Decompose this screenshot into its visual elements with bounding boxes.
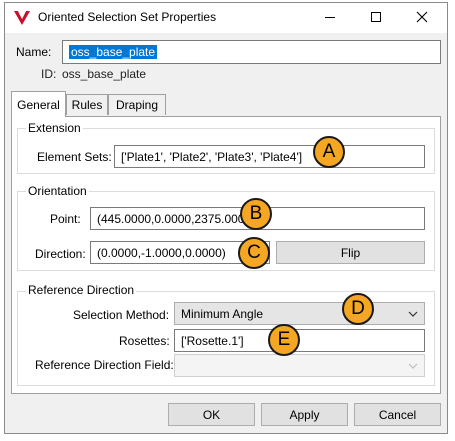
reference-direction-field-label: Reference Direction Field: xyxy=(35,358,174,372)
chevron-down-icon xyxy=(408,308,418,322)
cancel-button[interactable]: Cancel xyxy=(354,403,441,426)
minimize-icon xyxy=(324,11,336,26)
point-label: Point: xyxy=(50,212,81,226)
close-button[interactable] xyxy=(399,3,445,33)
callout-a: A xyxy=(313,136,345,168)
id-label: ID: xyxy=(41,67,57,81)
name-input-value: oss_base_plate xyxy=(69,45,158,59)
chevron-down-icon xyxy=(408,360,418,374)
maximize-icon xyxy=(370,11,382,26)
element-sets-field[interactable]: ['Plate1', 'Plate2', 'Plate3', 'Plate4'] xyxy=(114,145,425,168)
maximize-button[interactable] xyxy=(353,3,399,33)
rosettes-label: Rosettes: xyxy=(119,334,170,348)
reference-direction-field-dropdown[interactable] xyxy=(174,354,425,377)
apply-button[interactable]: Apply xyxy=(261,403,348,426)
callout-c: C xyxy=(238,237,270,269)
selection-method-value: Minimum Angle xyxy=(181,307,264,321)
flip-button[interactable]: Flip xyxy=(276,241,425,264)
app-logo-icon xyxy=(13,10,31,26)
callout-e: E xyxy=(268,324,300,356)
name-label: Name: xyxy=(16,45,52,59)
selection-method-label: Selection Method: xyxy=(73,308,170,322)
extension-group-title: Extension xyxy=(26,121,83,135)
tab-rules[interactable]: Rules xyxy=(66,94,108,115)
element-sets-label: Element Sets: xyxy=(37,150,112,164)
orientation-group-title: Orientation xyxy=(26,184,89,198)
reference-direction-group-title: Reference Direction xyxy=(26,283,137,297)
name-input[interactable]: oss_base_plate xyxy=(62,40,441,64)
tab-general[interactable]: General xyxy=(11,91,66,117)
direction-label: Direction: xyxy=(35,247,86,261)
id-value: oss_base_plate xyxy=(62,67,147,81)
selection-method-dropdown[interactable]: Minimum Angle xyxy=(174,302,425,325)
ok-button[interactable]: OK xyxy=(168,403,255,426)
callout-b: B xyxy=(240,198,272,230)
window-title: Oriented Selection Set Properties xyxy=(38,10,217,24)
callout-d: D xyxy=(342,293,374,325)
close-icon xyxy=(416,11,428,26)
minimize-button[interactable] xyxy=(307,3,353,33)
tab-draping[interactable]: Draping xyxy=(108,94,166,115)
